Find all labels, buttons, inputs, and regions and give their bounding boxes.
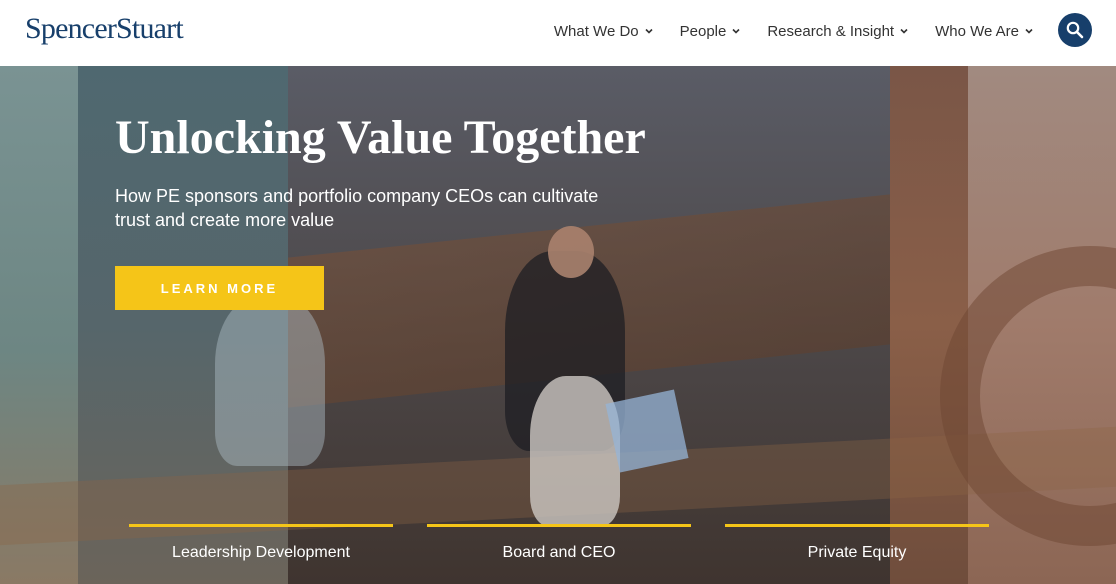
topic-link-underline — [129, 524, 393, 527]
topic-links: Leadership Development Board and CEO Pri… — [0, 524, 1116, 584]
hero-background-panel-right — [890, 66, 968, 584]
topic-link-leadership-development[interactable]: Leadership Development — [129, 524, 393, 562]
spencerstuart-logo[interactable]: SpencerStuart — [25, 11, 184, 47]
nav-item-people[interactable]: People — [680, 23, 742, 40]
hero-title: Unlocking Value Together — [115, 111, 646, 164]
topic-link-private-equity[interactable]: Private Equity — [725, 524, 989, 562]
topic-link-label: Private Equity — [807, 544, 907, 561]
nav-item-label: Research & Insight — [767, 22, 895, 40]
topic-link-label: Leadership Development — [172, 544, 350, 561]
site-header: SpencerStuart What We Do People Research… — [0, 0, 1116, 66]
nav-item-what-we-do[interactable]: What We Do — [554, 23, 654, 40]
background-blurred-person — [215, 296, 325, 466]
main-nav: What We Do People Research & Insight Who… — [554, 20, 1034, 42]
chevron-down-icon — [1025, 28, 1033, 34]
topic-link-label: Board and CEO — [502, 544, 616, 561]
topic-link-underline — [725, 524, 989, 527]
nav-item-label: What We Do — [553, 22, 639, 40]
topic-link-underline — [427, 524, 691, 527]
learn-more-button[interactable]: LEARN MORE — [115, 266, 324, 310]
chevron-down-icon — [732, 28, 740, 34]
topic-link-board-and-ceo[interactable]: Board and CEO — [427, 524, 691, 562]
chevron-down-icon — [645, 28, 653, 34]
chevron-down-icon — [900, 28, 908, 34]
background-person-white-shirt — [530, 376, 620, 526]
search-icon — [1066, 21, 1084, 39]
search-button[interactable] — [1058, 13, 1092, 47]
background-folder — [605, 389, 689, 473]
nav-item-label: Who We Are — [935, 22, 1019, 40]
hero-subtitle: How PE sponsors and portfolio company CE… — [115, 186, 599, 230]
nav-item-label: People — [679, 22, 727, 40]
nav-item-who-we-are[interactable]: Who We Are — [935, 23, 1034, 40]
nav-item-research-insight[interactable]: Research & Insight — [767, 23, 909, 40]
background-person-head — [548, 226, 594, 278]
hero-banner: Unlocking Value Together How PE sponsors… — [0, 66, 1116, 584]
